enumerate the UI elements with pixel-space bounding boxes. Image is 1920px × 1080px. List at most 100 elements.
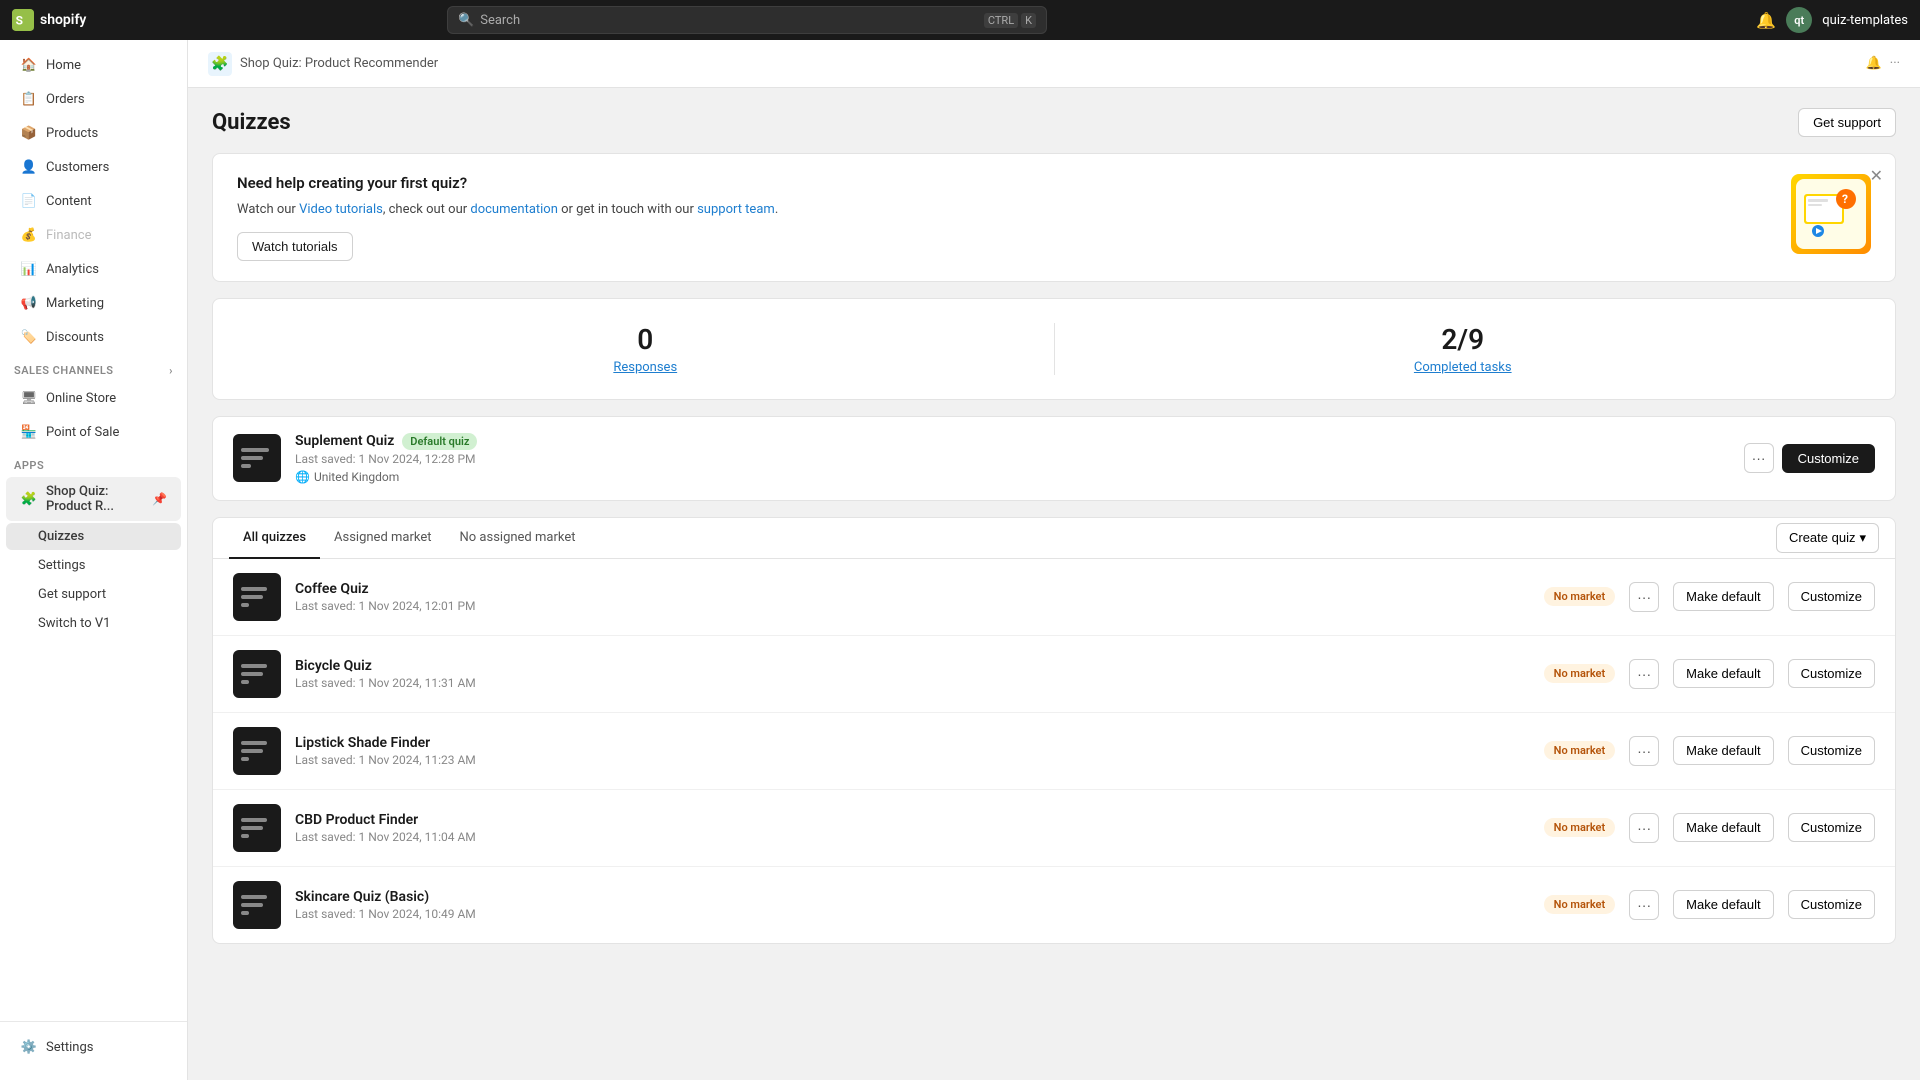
cbd-customize-button[interactable]: Customize bbox=[1788, 813, 1875, 842]
settings-sub-label: Settings bbox=[38, 558, 85, 573]
thumb-bar-2 bbox=[241, 456, 263, 460]
thumb-bar-1 bbox=[241, 818, 267, 822]
sidebar-item-home[interactable]: 🏠 Home bbox=[6, 49, 181, 81]
svg-text:?: ? bbox=[1842, 192, 1848, 206]
coffee-make-default-button[interactable]: Make default bbox=[1673, 582, 1773, 611]
app-icon-emoji: 🧩 bbox=[211, 56, 228, 72]
lipstick-quiz-thumbnail bbox=[233, 727, 281, 775]
tab-assigned-market[interactable]: Assigned market bbox=[320, 518, 445, 559]
bicycle-quiz-thumbnail bbox=[233, 650, 281, 698]
search-bar[interactable]: 🔍 Search CTRL K bbox=[447, 6, 1047, 34]
get-support-sub-label: Get support bbox=[38, 587, 106, 602]
online-store-icon: 🖥 bbox=[20, 389, 38, 407]
sidebar-label-finance: Finance bbox=[46, 228, 167, 243]
responses-label[interactable]: Responses bbox=[257, 360, 1034, 375]
default-quiz-badge: Default quiz bbox=[402, 433, 477, 450]
cbd-more-button[interactable]: ··· bbox=[1629, 813, 1659, 843]
sidebar-sub-quizzes[interactable]: Quizzes bbox=[6, 523, 181, 550]
bicycle-make-default-button[interactable]: Make default bbox=[1673, 659, 1773, 688]
quiz-list-tab-actions: Create quiz ▾ bbox=[1776, 523, 1879, 553]
app-header-icon: 🧩 bbox=[208, 52, 232, 76]
sidebar: 🏠 Home 📋 Orders 📦 Products 👤 Customers 📄… bbox=[0, 40, 188, 1080]
username: quiz-templates bbox=[1822, 13, 1908, 28]
sidebar-item-point-of-sale[interactable]: 🏪 Point of Sale bbox=[6, 416, 181, 448]
get-support-button[interactable]: Get support bbox=[1798, 108, 1896, 137]
lipstick-more-button[interactable]: ··· bbox=[1629, 736, 1659, 766]
app-header-title: Shop Quiz: Product Recommender bbox=[240, 56, 438, 71]
create-quiz-button[interactable]: Create quiz ▾ bbox=[1776, 523, 1879, 553]
sidebar-item-settings[interactable]: ⚙️ Settings bbox=[6, 1031, 181, 1063]
pin-icon: 📌 bbox=[152, 492, 167, 506]
coffee-quiz-name: Coffee Quiz bbox=[295, 581, 1530, 597]
sidebar-sub-get-support[interactable]: Get support bbox=[6, 581, 181, 608]
thumb-bar-1 bbox=[241, 664, 267, 668]
sidebar-item-discounts[interactable]: 🏷️ Discounts bbox=[6, 321, 181, 353]
sidebar-item-orders[interactable]: 📋 Orders bbox=[6, 83, 181, 115]
sidebar-item-analytics[interactable]: 📊 Analytics bbox=[6, 253, 181, 285]
shopify-logo[interactable]: S shopify bbox=[12, 9, 86, 31]
page-title: Quizzes bbox=[212, 110, 291, 135]
content-area: 🧩 Shop Quiz: Product Recommender 🔔 ··· Q… bbox=[188, 40, 1920, 1080]
thumb-bar-1 bbox=[241, 895, 267, 899]
documentation-link[interactable]: documentation bbox=[470, 202, 558, 217]
sidebar-item-customers[interactable]: 👤 Customers bbox=[6, 151, 181, 183]
thumb-bar-3 bbox=[241, 464, 251, 468]
app-header-actions: 🔔 ··· bbox=[1866, 56, 1900, 71]
skincare-quiz-thumbnail bbox=[233, 881, 281, 929]
completed-tasks-label[interactable]: Completed tasks bbox=[1075, 360, 1852, 375]
avatar[interactable]: qt bbox=[1786, 7, 1812, 33]
sales-channels-chevron-icon[interactable]: › bbox=[169, 364, 173, 377]
skincare-customize-button[interactable]: Customize bbox=[1788, 890, 1875, 919]
skincare-more-button[interactable]: ··· bbox=[1629, 890, 1659, 920]
topnav-right: 🔔 qt quiz-templates bbox=[1756, 7, 1908, 33]
help-banner: Need help creating your first quiz? Watc… bbox=[212, 153, 1896, 282]
page-header: Quizzes Get support bbox=[212, 108, 1896, 137]
sales-channels-section: Sales channels › bbox=[0, 354, 187, 381]
help-banner-content: Need help creating your first quiz? Watc… bbox=[237, 174, 1775, 261]
bicycle-more-button[interactable]: ··· bbox=[1629, 659, 1659, 689]
sidebar-sub-settings[interactable]: Settings bbox=[6, 552, 181, 579]
products-icon: 📦 bbox=[20, 124, 38, 142]
finance-icon: 💰 bbox=[20, 226, 38, 244]
sidebar-label-pos: Point of Sale bbox=[46, 425, 167, 440]
coffee-more-button[interactable]: ··· bbox=[1629, 582, 1659, 612]
coffee-quiz-info: Coffee Quiz Last saved: 1 Nov 2024, 12:0… bbox=[295, 581, 1530, 613]
sidebar-label-shop-quiz: Shop Quiz: Product R... bbox=[46, 484, 144, 514]
sidebar-item-shop-quiz[interactable]: 🧩 Shop Quiz: Product R... 📌 bbox=[6, 477, 181, 521]
lipstick-quiz-meta: Last saved: 1 Nov 2024, 11:23 AM bbox=[295, 753, 1530, 767]
support-team-link[interactable]: support team bbox=[697, 202, 775, 217]
watch-tutorials-button[interactable]: Watch tutorials bbox=[237, 232, 353, 261]
bicycle-customize-button[interactable]: Customize bbox=[1788, 659, 1875, 688]
tab-no-assigned-market[interactable]: No assigned market bbox=[446, 518, 590, 559]
featured-quiz-title-row: Suplement Quiz Default quiz bbox=[295, 433, 1730, 450]
quiz-list-tabs: All quizzes Assigned market No assigned … bbox=[213, 518, 1895, 559]
thumb-bar-3 bbox=[241, 911, 249, 915]
lipstick-customize-button[interactable]: Customize bbox=[1788, 736, 1875, 765]
lipstick-make-default-button[interactable]: Make default bbox=[1673, 736, 1773, 765]
sidebar-item-marketing[interactable]: 📢 Marketing bbox=[6, 287, 181, 319]
list-item: Bicycle Quiz Last saved: 1 Nov 2024, 11:… bbox=[213, 636, 1895, 713]
sidebar-item-online-store[interactable]: 🖥 Online Store bbox=[6, 382, 181, 414]
shopify-text: shopify bbox=[40, 12, 86, 28]
notification-bell-icon[interactable]: 🔔 bbox=[1756, 11, 1776, 30]
completed-tasks-value: 2/9 bbox=[1075, 323, 1852, 356]
close-banner-button[interactable]: ✕ bbox=[1870, 166, 1883, 186]
responses-stat: 0 Responses bbox=[237, 323, 1054, 375]
featured-more-button[interactable]: ··· bbox=[1744, 443, 1774, 473]
ctrl-badge: CTRL bbox=[984, 13, 1018, 28]
video-tutorials-link[interactable]: Video tutorials bbox=[299, 202, 383, 217]
more-icon[interactable]: ··· bbox=[1890, 56, 1900, 71]
sidebar-sub-switch-v1[interactable]: Switch to V1 bbox=[6, 610, 181, 637]
cbd-make-default-button[interactable]: Make default bbox=[1673, 813, 1773, 842]
notification-icon[interactable]: 🔔 bbox=[1866, 56, 1882, 71]
stats-card: 0 Responses 2/9 Completed tasks bbox=[212, 298, 1896, 400]
avatar-initial: qt bbox=[1794, 14, 1804, 27]
help-banner-illustration: ? bbox=[1791, 174, 1871, 254]
skincare-make-default-button[interactable]: Make default bbox=[1673, 890, 1773, 919]
featured-quiz: Suplement Quiz Default quiz Last saved: … bbox=[212, 416, 1896, 501]
featured-customize-button[interactable]: Customize bbox=[1782, 444, 1875, 473]
sidebar-item-products[interactable]: 📦 Products bbox=[6, 117, 181, 149]
sidebar-item-content[interactable]: 📄 Content bbox=[6, 185, 181, 217]
tab-all-quizzes[interactable]: All quizzes bbox=[229, 518, 320, 559]
coffee-customize-button[interactable]: Customize bbox=[1788, 582, 1875, 611]
